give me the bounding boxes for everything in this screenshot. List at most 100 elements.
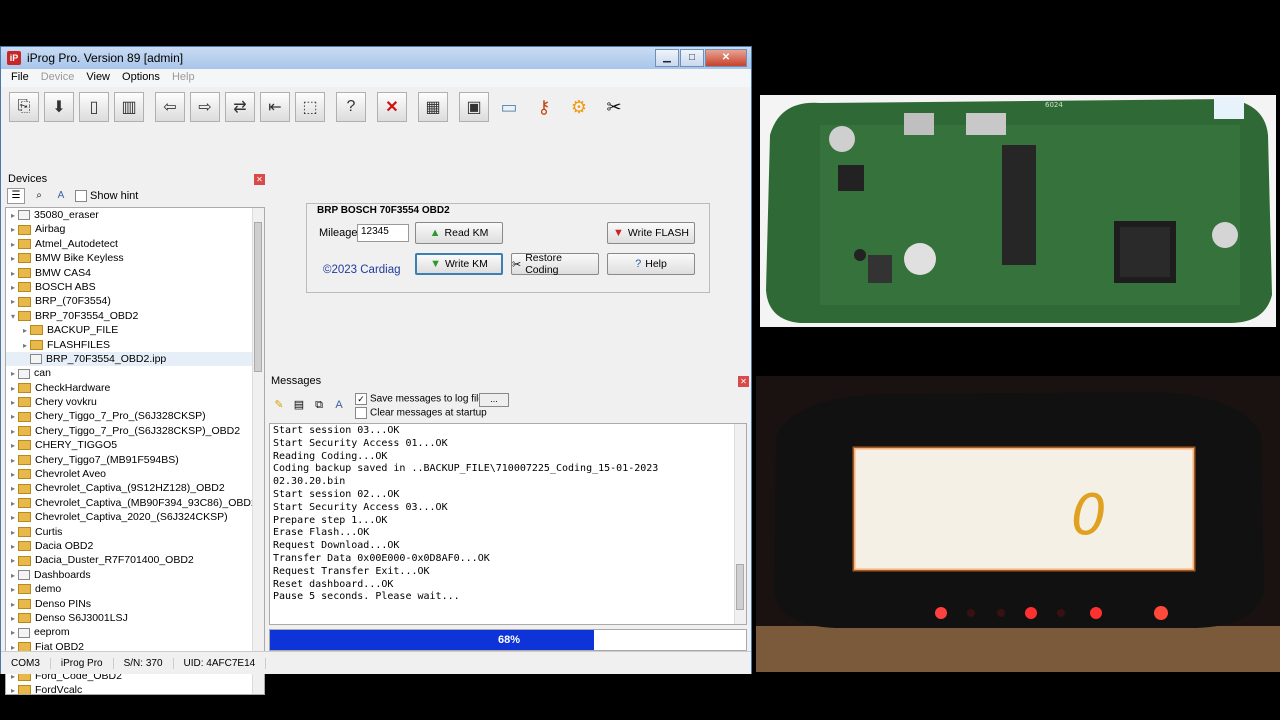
expand-icon[interactable]: ▸ xyxy=(8,238,18,252)
chip-icon[interactable]: ▥ xyxy=(114,92,144,122)
tree-item[interactable]: ▸ Chevrolet Aveo xyxy=(6,467,264,481)
read-icon[interactable]: ⇦ xyxy=(155,92,185,122)
search-icon[interactable]: ⌕ xyxy=(31,189,47,203)
font-icon[interactable]: A xyxy=(53,189,69,203)
tree-item[interactable]: ▸ Chery_Tiggo_7_Pro_(S6J328CKSP) xyxy=(6,409,264,423)
tree-item[interactable]: ▸ demo xyxy=(6,582,264,596)
expand-icon[interactable]: ▸ xyxy=(8,583,18,597)
menu-help[interactable]: Help xyxy=(166,69,201,87)
tree-item[interactable]: ▸ BRP_(70F3554) xyxy=(6,294,264,308)
write-icon[interactable]: ⇨ xyxy=(190,92,220,122)
clear-startup-option[interactable]: Clear messages at startup xyxy=(355,407,487,419)
expand-icon[interactable]: ▸ xyxy=(8,526,18,540)
expand-icon[interactable]: ▸ xyxy=(8,626,18,640)
expand-icon[interactable]: ▸ xyxy=(8,540,18,554)
browse-button[interactable]: ... xyxy=(479,393,509,407)
devices-close-icon[interactable]: ✕ xyxy=(254,174,265,185)
maximize-button[interactable]: □ xyxy=(680,49,704,67)
save-log-icon[interactable]: ▤ xyxy=(293,399,305,411)
expand-icon[interactable]: ▸ xyxy=(8,454,18,468)
tree-item[interactable]: ▸ Denso PINs xyxy=(6,597,264,611)
tree-item[interactable]: ▸ CheckHardware xyxy=(6,381,264,395)
expand-icon[interactable]: ▸ xyxy=(8,367,18,381)
tree-item[interactable]: ▸ BOSCH ABS xyxy=(6,280,264,294)
expand-icon[interactable]: ▸ xyxy=(8,598,18,612)
expand-icon[interactable]: ▸ xyxy=(8,267,18,281)
tree-item[interactable]: ▾ BRP_70F3554_OBD2 xyxy=(6,309,264,323)
copy-icon[interactable]: ⧉ xyxy=(313,399,325,411)
expand-icon[interactable]: ▸ xyxy=(8,295,18,309)
engine-icon[interactable]: ⚙ xyxy=(564,92,594,122)
expand-icon[interactable]: ▸ xyxy=(8,223,18,237)
verify-icon[interactable]: ⇄ xyxy=(225,92,255,122)
expand-icon[interactable]: ▸ xyxy=(8,425,18,439)
expand-icon[interactable]: ▸ xyxy=(8,209,18,223)
tree-item[interactable]: ▸ BMW Bike Keyless xyxy=(6,251,264,265)
tree-item[interactable]: ▸ 35080_eraser xyxy=(6,208,264,222)
tree-item[interactable]: ▸ Chery_Tiggo7_(MB91F594BS) xyxy=(6,453,264,467)
expand-icon[interactable]: ▸ xyxy=(8,252,18,266)
expand-icon[interactable]: ▸ xyxy=(8,554,18,568)
tree-item[interactable]: ▸ Denso S6J3001LSJ xyxy=(6,611,264,625)
expand-icon[interactable]: ▸ xyxy=(8,281,18,295)
tree-item[interactable]: ▸ Chevrolet_Captiva_(9S12HZ128)_OBD2 xyxy=(6,481,264,495)
tree-item[interactable]: ▸ Atmel_Autodetect xyxy=(6,237,264,251)
expand-icon[interactable]: ▸ xyxy=(20,324,30,338)
expand-icon[interactable]: ▸ xyxy=(8,410,18,424)
tree-item[interactable]: ▸ CHERY_TIGGO5 xyxy=(6,438,264,452)
close-button[interactable]: ✕ xyxy=(705,49,747,67)
new-file-icon[interactable]: ▯ xyxy=(79,92,109,122)
show-hint-checkbox[interactable] xyxy=(75,190,87,202)
font-icon-messages[interactable]: A xyxy=(333,399,345,411)
calculator-icon[interactable]: ▦ xyxy=(418,92,448,122)
tree-item[interactable]: ▸ Airbag xyxy=(6,222,264,236)
write-flash-button[interactable]: ▼ Write FLASH xyxy=(607,222,695,244)
tree-item[interactable]: ▸ can xyxy=(6,366,264,380)
expand-icon[interactable]: ▸ xyxy=(8,382,18,396)
open-icon[interactable]: ⎘ xyxy=(9,92,39,122)
tree-item[interactable]: BRP_70F3554_OBD2.ipp xyxy=(6,351,264,367)
expand-icon[interactable]: ▸ xyxy=(8,396,18,410)
menu-file[interactable]: File xyxy=(5,69,35,87)
message-log-scrollbar[interactable] xyxy=(734,424,746,624)
messages-close-icon[interactable]: ✕ xyxy=(738,376,749,387)
menu-options[interactable]: Options xyxy=(116,69,166,87)
message-log[interactable]: Start session 03...OK Start Security Acce… xyxy=(269,423,747,625)
tree-view-icon[interactable]: ☰ xyxy=(7,188,25,204)
tree-item[interactable]: ▸ Dacia OBD2 xyxy=(6,539,264,553)
tree-item[interactable]: ▸ FordVcalc xyxy=(6,683,264,694)
expand-icon[interactable]: ▾ xyxy=(8,310,18,324)
help-button[interactable]: ? Help xyxy=(607,253,695,275)
blank-check-icon[interactable]: ⬚ xyxy=(295,92,325,122)
tree-item[interactable]: ▸ BMW CAS4 xyxy=(6,266,264,280)
write-km-button[interactable]: ▼ Write KM xyxy=(415,253,503,275)
tree-item[interactable]: ▸ Chevrolet_Captiva_(MB90F394_93C86)_OBD2 xyxy=(6,496,264,510)
monitor-icon[interactable]: ▭ xyxy=(494,92,524,122)
save-icon[interactable]: ⬇ xyxy=(44,92,74,122)
help-icon[interactable]: ? xyxy=(336,92,366,122)
clear-icon[interactable]: ✎ xyxy=(273,399,285,411)
tools-icon[interactable]: ✂ xyxy=(599,92,629,122)
tree-item[interactable]: ▸ Dashboards xyxy=(6,568,264,582)
erase-icon[interactable]: ⇤ xyxy=(260,92,290,122)
device-tree-scrollbar[interactable] xyxy=(252,208,264,694)
expand-icon[interactable]: ▸ xyxy=(8,497,18,511)
expand-icon[interactable]: ▸ xyxy=(8,482,18,496)
menu-device[interactable]: Device xyxy=(35,69,81,87)
tree-item[interactable]: ▸ FLASHFILES xyxy=(6,338,264,352)
tree-item[interactable]: ▸ Chevrolet_Captiva_2020_(S6J324CKSP) xyxy=(6,510,264,524)
save-log-checkbox[interactable]: ✓ xyxy=(355,393,367,405)
tree-item[interactable]: ▸ Curtis xyxy=(6,525,264,539)
expand-icon[interactable]: ▸ xyxy=(8,511,18,525)
tree-item[interactable]: ▸ Chery vovkru xyxy=(6,395,264,409)
expand-icon[interactable]: ▸ xyxy=(8,684,18,694)
tree-item[interactable]: ▸ eeprom xyxy=(6,625,264,639)
save-log-option[interactable]: ✓ Save messages to log file xyxy=(355,393,484,405)
expand-icon[interactable]: ▸ xyxy=(8,612,18,626)
read-km-button[interactable]: ▲ Read KM xyxy=(415,222,503,244)
expand-icon[interactable]: ▸ xyxy=(8,468,18,482)
tree-item[interactable]: ▸ BACKUP_FILE xyxy=(6,323,264,337)
device-info-icon[interactable]: ▣ xyxy=(459,92,489,122)
clear-startup-checkbox[interactable] xyxy=(355,407,367,419)
stop-icon[interactable]: ✕ xyxy=(377,92,407,122)
